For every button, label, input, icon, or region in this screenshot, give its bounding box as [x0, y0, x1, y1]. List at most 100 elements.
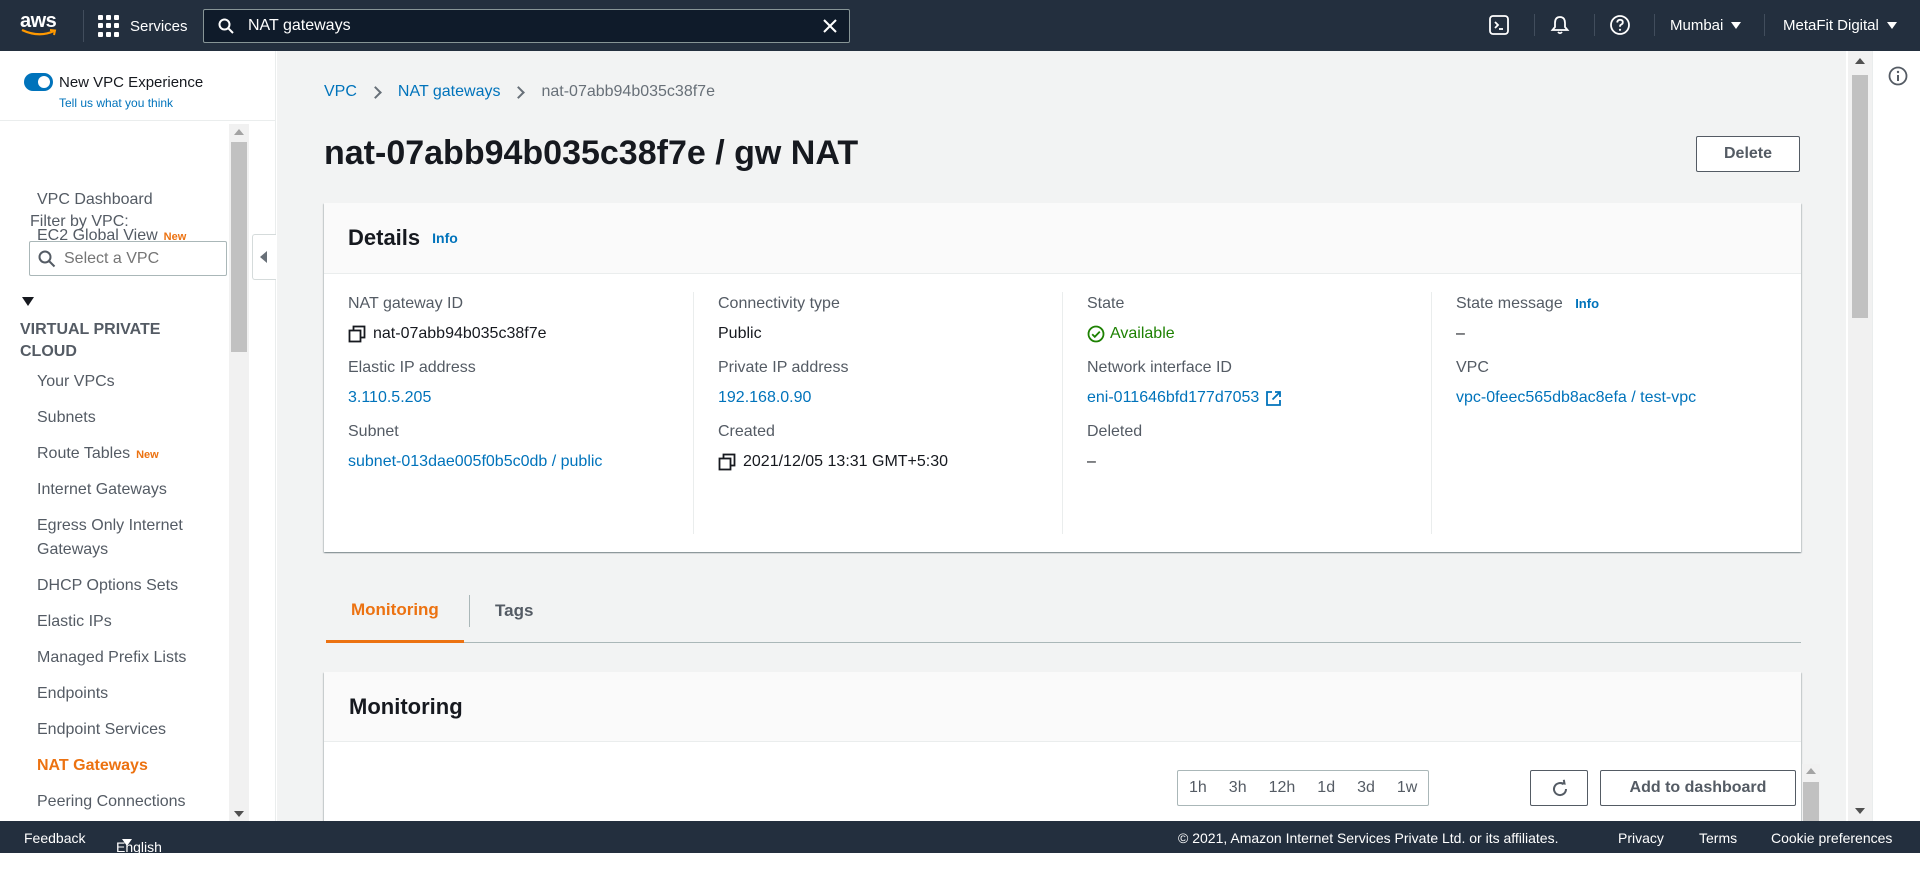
collapse-sidebar-button[interactable]	[252, 234, 276, 280]
sidebar-item-your-vpcs[interactable]: Your VPCs	[37, 370, 115, 394]
external-link-icon	[1266, 390, 1282, 406]
tab-monitoring[interactable]: Monitoring	[326, 579, 464, 643]
section-title-virtual-private-cloud: VIRTUAL PRIVATE CLOUD	[20, 321, 161, 360]
top-navigation: aws Services Mumbai MetaFit Digital	[0, 0, 1920, 51]
sidebar-item-label: Your VPCs	[37, 373, 115, 390]
help-icon[interactable]	[1609, 14, 1631, 36]
copy-icon[interactable]	[348, 325, 366, 343]
sidebar-item-endpoint-services[interactable]: Endpoint Services	[37, 718, 166, 742]
tab-tags[interactable]: Tags	[470, 579, 558, 643]
new-vpc-experience-toggle[interactable]	[24, 73, 53, 91]
scroll-up-arrow-icon[interactable]	[1806, 768, 1816, 774]
sidebar-item-subnets[interactable]: Subnets	[37, 406, 96, 430]
range-1h-button[interactable]: 1h	[1178, 771, 1218, 805]
sidebar: New VPC Experience Tell us what you thin…	[0, 51, 276, 822]
aws-logo[interactable]: aws	[20, 11, 60, 38]
sidebar-item-route-tables[interactable]: Route Tables New	[37, 442, 159, 467]
clear-search-icon[interactable]	[821, 17, 839, 35]
state-message-info-link[interactable]: Info	[1575, 296, 1599, 311]
nav-divider	[1534, 14, 1535, 36]
page-scrollbar[interactable]	[1848, 51, 1872, 821]
range-1d-button[interactable]: 1d	[1306, 771, 1346, 805]
privacy-link[interactable]: Privacy	[1618, 830, 1664, 846]
range-3h-button[interactable]: 3h	[1218, 771, 1258, 805]
nav-divider	[1764, 14, 1765, 36]
vpc-link[interactable]: vpc-0feec565db8ac8efa / test-vpc	[1456, 386, 1696, 410]
feedback-link[interactable]: Feedback	[24, 830, 85, 846]
field-label: Elastic IP address	[348, 359, 476, 376]
services-menu[interactable]: Services	[98, 13, 188, 39]
info-icon[interactable]	[1888, 66, 1908, 86]
sidebar-scrollbar-thumb[interactable]	[231, 142, 247, 352]
sidebar-item-peering-connections[interactable]: Peering Connections	[37, 790, 186, 814]
sidebar-item-label: Endpoints	[37, 685, 109, 702]
vpc-field: VPC vpc-0feec565db8ac8efa / test-vpc	[1456, 356, 1696, 410]
details-info-link[interactable]: Info	[432, 230, 458, 246]
subnet-link[interactable]: subnet-013dae005f0b5c0db / public	[348, 450, 602, 474]
sidebar-item-managed-prefix-lists[interactable]: Managed Prefix Lists	[37, 646, 186, 670]
range-12h-button[interactable]: 12h	[1258, 771, 1307, 805]
sidebar-item-egress-only-internet-gateways[interactable]: Egress Only Internet Gateways	[37, 514, 217, 562]
field-label: NAT gateway ID	[348, 295, 464, 312]
private-ip-link[interactable]: 192.168.0.90	[718, 386, 848, 410]
field-label: Network interface ID	[1087, 359, 1232, 376]
new-vpc-experience-label: New VPC Experience	[59, 73, 204, 91]
sidebar-item-vpc-dashboard[interactable]: VPC Dashboard	[37, 188, 153, 212]
caret-down-icon	[122, 839, 132, 846]
copyright-text: © 2021, Amazon Internet Services Private…	[1178, 830, 1559, 846]
private-ip-field: Private IP address 192.168.0.90	[718, 356, 848, 410]
sidebar-item-elastic-ips[interactable]: Elastic IPs	[37, 610, 112, 634]
cookie-preferences-link[interactable]: Cookie preferences	[1771, 830, 1892, 846]
state-field: State Available	[1087, 292, 1175, 346]
vpc-filter-input[interactable]	[64, 249, 214, 268]
range-3d-button[interactable]: 3d	[1346, 771, 1386, 805]
elastic-ip-link[interactable]: 3.110.5.205	[348, 386, 476, 410]
new-vpc-experience-toggle-row[interactable]: New VPC Experience	[24, 73, 203, 91]
collapse-section-icon[interactable]	[22, 297, 34, 306]
region-selector[interactable]: Mumbai	[1670, 0, 1742, 51]
monitoring-panel: Monitoring 1h 3h 12h 1d 3d 1w Add to das…	[324, 672, 1820, 821]
account-menu[interactable]: MetaFit Digital	[1783, 0, 1897, 51]
sidebar-item-label: Elastic IPs	[37, 613, 112, 630]
add-to-dashboard-button[interactable]: Add to dashboard	[1600, 770, 1796, 806]
sidebar-item-nat-gateways[interactable]: NAT Gateways	[37, 754, 148, 778]
tell-us-link[interactable]: Tell us what you think	[59, 96, 173, 110]
copy-icon[interactable]	[718, 453, 736, 471]
page-scrollbar-thumb[interactable]	[1852, 75, 1868, 318]
sidebar-item-internet-gateways[interactable]: Internet Gateways	[37, 478, 167, 502]
scroll-up-arrow-icon[interactable]	[234, 129, 244, 135]
details-title: Details	[348, 225, 421, 250]
sidebar-item-endpoints[interactable]: Endpoints	[37, 682, 108, 706]
monitoring-scrollbar-thumb[interactable]	[1803, 782, 1819, 821]
scroll-up-arrow-icon[interactable]	[1855, 58, 1865, 64]
monitoring-scrollbar[interactable]	[1802, 764, 1820, 821]
sidebar-item-label: Subnets	[37, 409, 96, 426]
main-content: VPC NAT gateways nat-07abb94b035c38f7e n…	[277, 51, 1846, 821]
details-column-4: State message Info – VPC vpc-0feec565db8…	[1431, 292, 1799, 534]
delete-button[interactable]: Delete	[1696, 136, 1800, 172]
tab-bar: Monitoring Tags	[326, 579, 1801, 643]
scroll-down-arrow-icon[interactable]	[1855, 808, 1865, 814]
network-interface-link[interactable]: eni-011646bfd177d7053	[1087, 386, 1282, 410]
search-icon	[38, 250, 56, 267]
search-input[interactable]	[248, 17, 808, 35]
cloudshell-icon[interactable]	[1488, 14, 1510, 36]
breadcrumb-nat-gateways[interactable]: NAT gateways	[398, 83, 501, 101]
scroll-down-arrow-icon[interactable]	[234, 811, 244, 817]
field-label: Created	[718, 423, 775, 440]
new-badge: New	[136, 449, 159, 461]
breadcrumb-vpc[interactable]: VPC	[324, 83, 357, 101]
search-box[interactable]	[203, 9, 850, 43]
refresh-button[interactable]	[1530, 770, 1588, 806]
subnet-field: Subnet subnet-013dae005f0b5c0db / public	[348, 420, 602, 474]
state-message-label-row: State message Info	[1456, 292, 1599, 316]
notifications-bell-icon[interactable]	[1549, 14, 1571, 36]
terms-link[interactable]: Terms	[1699, 830, 1737, 846]
page-title: nat-07abb94b035c38f7e / gw NAT	[324, 134, 859, 172]
search-icon	[218, 18, 234, 34]
range-1w-button[interactable]: 1w	[1386, 771, 1428, 805]
vpc-filter-select[interactable]	[29, 241, 227, 276]
sidebar-scrollbar[interactable]	[229, 124, 249, 822]
sidebar-item-dhcp-options-sets[interactable]: DHCP Options Sets	[37, 574, 178, 598]
caret-down-icon	[1731, 22, 1742, 29]
